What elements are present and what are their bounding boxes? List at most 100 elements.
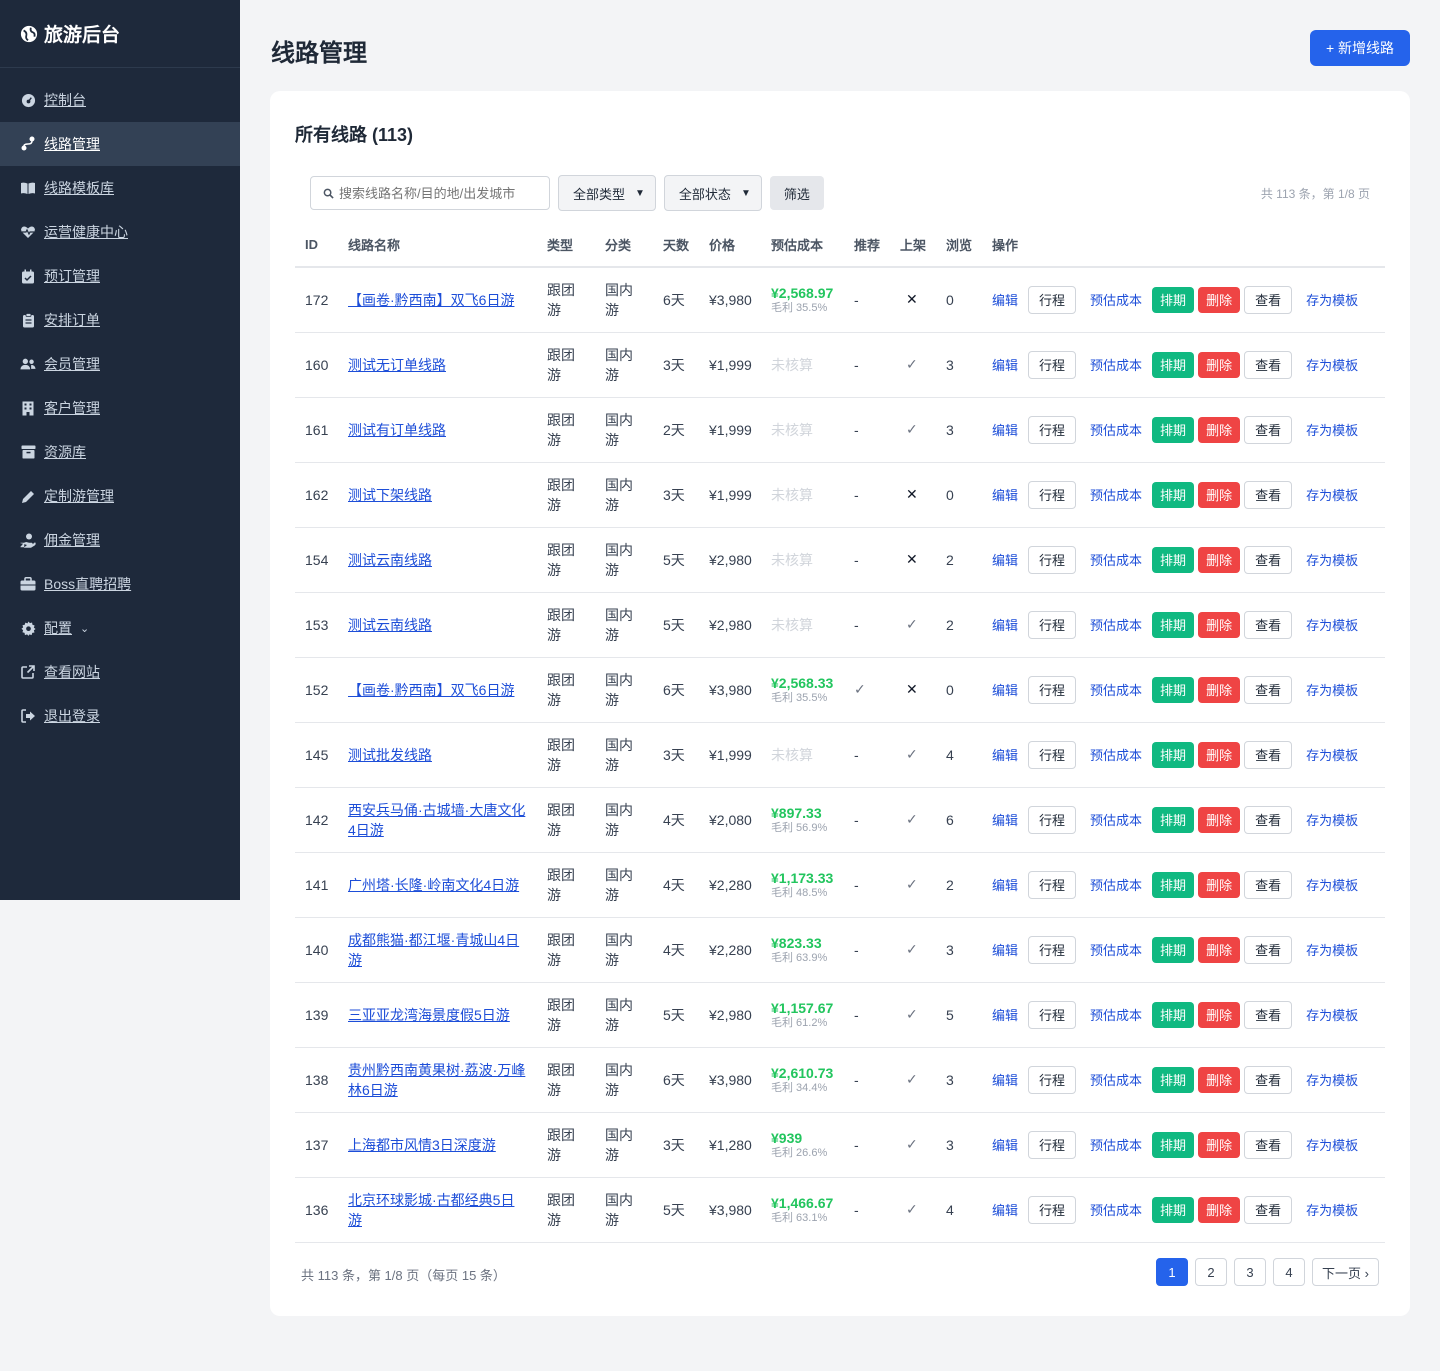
schedule-button[interactable]: 排期 — [1152, 351, 1195, 378]
schedule-button[interactable]: 排期 — [1152, 1001, 1195, 1028]
itinerary-button[interactable]: 行程 — [1028, 805, 1077, 834]
itinerary-button[interactable]: 行程 — [1028, 740, 1077, 769]
view-button[interactable]: 查看 — [1244, 1195, 1293, 1224]
delete-button[interactable]: 删除 — [1198, 1001, 1241, 1028]
save-template-link[interactable]: 存为模板 — [1296, 1005, 1368, 1024]
itinerary-button[interactable]: 行程 — [1028, 935, 1077, 964]
edit-link[interactable]: 编辑 — [982, 1135, 1028, 1154]
itinerary-button[interactable]: 行程 — [1028, 675, 1077, 704]
schedule-button[interactable]: 排期 — [1152, 286, 1195, 313]
route-name-link[interactable]: 北京环球影城·古都经典5日游 — [348, 1190, 527, 1230]
brand[interactable]: 旅游后台 — [0, 0, 240, 68]
edit-link[interactable]: 编辑 — [982, 745, 1028, 764]
sidebar-item[interactable]: 资源库 — [0, 430, 240, 474]
edit-link[interactable]: 编辑 — [982, 485, 1028, 504]
edit-link[interactable]: 编辑 — [982, 290, 1028, 309]
estimate-cost-link[interactable]: 预估成本 — [1080, 355, 1152, 374]
page-button[interactable]: 1 — [1156, 1258, 1189, 1286]
itinerary-button[interactable]: 行程 — [1028, 1130, 1077, 1159]
save-template-link[interactable]: 存为模板 — [1296, 745, 1368, 764]
sidebar-item[interactable]: 运营健康中心 — [0, 210, 240, 254]
route-name-link[interactable]: 测试云南线路 — [348, 550, 527, 570]
save-template-link[interactable]: 存为模板 — [1296, 290, 1368, 309]
estimate-cost-link[interactable]: 预估成本 — [1080, 810, 1152, 829]
next-page-button[interactable]: 下一页 › — [1312, 1258, 1379, 1286]
edit-link[interactable]: 编辑 — [982, 420, 1028, 439]
sidebar-item[interactable]: Boss直聘招聘 — [0, 562, 240, 606]
schedule-button[interactable]: 排期 — [1152, 481, 1195, 508]
schedule-button[interactable]: 排期 — [1152, 741, 1195, 768]
route-name-link[interactable]: 西安兵马俑·古城墙·大唐文化4日游 — [348, 800, 527, 840]
sidebar-item[interactable]: 预订管理 — [0, 254, 240, 298]
sidebar-item[interactable]: 定制游管理 — [0, 474, 240, 518]
edit-link[interactable]: 编辑 — [982, 1070, 1028, 1089]
route-name-link[interactable]: 三亚亚龙湾海景度假5日游 — [348, 1005, 527, 1025]
route-name-link[interactable]: 【画卷·黔西南】双飞6日游 — [348, 290, 527, 310]
view-button[interactable]: 查看 — [1244, 740, 1293, 769]
search-box[interactable] — [310, 176, 550, 210]
schedule-button[interactable]: 排期 — [1152, 1066, 1195, 1093]
schedule-button[interactable]: 排期 — [1152, 676, 1195, 703]
edit-link[interactable]: 编辑 — [982, 810, 1028, 829]
route-name-link[interactable]: 测试下架线路 — [348, 485, 527, 505]
view-button[interactable]: 查看 — [1244, 415, 1293, 444]
status-select[interactable]: 全部状态 ▼ — [663, 175, 762, 211]
route-name-link[interactable]: 测试有订单线路 — [348, 420, 527, 440]
estimate-cost-link[interactable]: 预估成本 — [1080, 875, 1152, 894]
itinerary-button[interactable]: 行程 — [1028, 480, 1077, 509]
delete-button[interactable]: 删除 — [1198, 546, 1241, 573]
sidebar-item[interactable]: 控制台 — [0, 78, 240, 122]
itinerary-button[interactable]: 行程 — [1028, 285, 1077, 314]
view-button[interactable]: 查看 — [1244, 675, 1293, 704]
schedule-button[interactable]: 排期 — [1152, 546, 1195, 573]
delete-button[interactable]: 删除 — [1198, 741, 1241, 768]
save-template-link[interactable]: 存为模板 — [1296, 355, 1368, 374]
sidebar-item[interactable]: 线路模板库 — [0, 166, 240, 210]
view-button[interactable]: 查看 — [1244, 1130, 1293, 1159]
delete-button[interactable]: 删除 — [1198, 481, 1241, 508]
sidebar-item[interactable]: 配置 ⌄ — [0, 606, 240, 650]
view-button[interactable]: 查看 — [1244, 935, 1293, 964]
save-template-link[interactable]: 存为模板 — [1296, 615, 1368, 634]
sidebar-item[interactable]: 线路管理 — [0, 122, 240, 166]
itinerary-button[interactable]: 行程 — [1028, 415, 1077, 444]
route-name-link[interactable]: 广州塔·长隆·岭南文化4日游 — [348, 875, 527, 895]
view-button[interactable]: 查看 — [1244, 285, 1293, 314]
save-template-link[interactable]: 存为模板 — [1296, 420, 1368, 439]
itinerary-button[interactable]: 行程 — [1028, 1000, 1077, 1029]
itinerary-button[interactable]: 行程 — [1028, 1195, 1077, 1224]
view-button[interactable]: 查看 — [1244, 350, 1293, 379]
save-template-link[interactable]: 存为模板 — [1296, 550, 1368, 569]
save-template-link[interactable]: 存为模板 — [1296, 875, 1368, 894]
itinerary-button[interactable]: 行程 — [1028, 1065, 1077, 1094]
estimate-cost-link[interactable]: 预估成本 — [1080, 1135, 1152, 1154]
route-name-link[interactable]: 测试云南线路 — [348, 615, 527, 635]
sidebar-item[interactable]: 客户管理 — [0, 386, 240, 430]
sidebar-item[interactable]: 安排订单 — [0, 298, 240, 342]
estimate-cost-link[interactable]: 预估成本 — [1080, 1070, 1152, 1089]
delete-button[interactable]: 删除 — [1198, 936, 1241, 963]
schedule-button[interactable]: 排期 — [1152, 871, 1195, 898]
estimate-cost-link[interactable]: 预估成本 — [1080, 680, 1152, 699]
save-template-link[interactable]: 存为模板 — [1296, 680, 1368, 699]
edit-link[interactable]: 编辑 — [982, 1200, 1028, 1219]
view-button[interactable]: 查看 — [1244, 1065, 1293, 1094]
save-template-link[interactable]: 存为模板 — [1296, 810, 1368, 829]
sidebar-item[interactable]: 佣金管理 — [0, 518, 240, 562]
schedule-button[interactable]: 排期 — [1152, 611, 1195, 638]
estimate-cost-link[interactable]: 预估成本 — [1080, 290, 1152, 309]
view-button[interactable]: 查看 — [1244, 805, 1293, 834]
filter-button[interactable]: 筛选 — [769, 176, 824, 210]
itinerary-button[interactable]: 行程 — [1028, 610, 1077, 639]
estimate-cost-link[interactable]: 预估成本 — [1080, 940, 1152, 959]
schedule-button[interactable]: 排期 — [1152, 1196, 1195, 1223]
edit-link[interactable]: 编辑 — [982, 615, 1028, 634]
view-button[interactable]: 查看 — [1244, 545, 1293, 574]
schedule-button[interactable]: 排期 — [1152, 936, 1195, 963]
delete-button[interactable]: 删除 — [1198, 676, 1241, 703]
estimate-cost-link[interactable]: 预估成本 — [1080, 615, 1152, 634]
view-button[interactable]: 查看 — [1244, 1000, 1293, 1029]
save-template-link[interactable]: 存为模板 — [1296, 1135, 1368, 1154]
route-name-link[interactable]: 测试无订单线路 — [348, 355, 527, 375]
estimate-cost-link[interactable]: 预估成本 — [1080, 745, 1152, 764]
